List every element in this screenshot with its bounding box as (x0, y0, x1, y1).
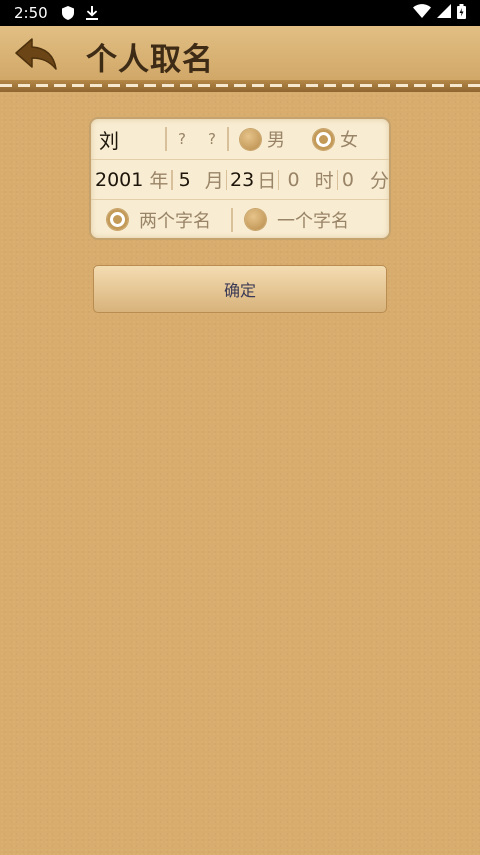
male-label: 男 (267, 130, 285, 151)
separator (225, 169, 228, 190)
separator (227, 127, 229, 151)
minute-unit: 分 (369, 170, 389, 192)
gender-male-option[interactable]: 男 (240, 126, 285, 152)
status-bar: 2:50 (0, 0, 480, 26)
month-unit: 月 (204, 170, 224, 192)
two-char-radio[interactable] (107, 209, 128, 230)
given-char-1-field[interactable]: ? (167, 130, 197, 148)
birth-date-row: 2001 年 5 月 23 日 0 时 0 分 (91, 159, 389, 199)
day-unit: 日 (257, 170, 277, 192)
gender-female-option[interactable]: 女 (313, 126, 358, 152)
naming-form: 刘 ? ? 男 女 2001 年 5 月 23 日 0 时 0 分 两个字名 一… (89, 117, 391, 240)
day-field[interactable]: 23 (230, 169, 254, 191)
male-radio[interactable] (240, 128, 261, 150)
separator (231, 207, 233, 232)
two-char-label: 两个字名 (139, 210, 211, 232)
battery-icon (457, 3, 466, 23)
name-gender-row: 刘 ? ? 男 女 (91, 119, 389, 159)
one-char-option[interactable]: 一个字名 (245, 207, 349, 233)
hour-unit: 时 (314, 170, 334, 192)
status-time: 2:50 (14, 4, 48, 22)
separator (336, 169, 338, 190)
one-char-label: 一个字名 (277, 210, 349, 232)
back-arrow-icon (14, 37, 58, 75)
month-field[interactable]: 5 (179, 169, 191, 191)
signal-icon (437, 4, 451, 22)
minute-field[interactable]: 0 (342, 169, 354, 191)
page-title: 个人取名 (86, 41, 214, 78)
year-unit: 年 (149, 170, 169, 192)
female-radio[interactable] (313, 128, 334, 150)
status-right (413, 3, 466, 23)
surname-field[interactable]: 刘 (91, 125, 165, 154)
confirm-button[interactable]: 确定 (93, 265, 387, 313)
two-char-option[interactable]: 两个字名 (107, 207, 211, 233)
given-char-2-field[interactable]: ? (197, 130, 227, 148)
year-field[interactable]: 2001 (95, 169, 143, 191)
shield-icon (61, 6, 74, 20)
title-bar: 个人取名 (0, 26, 480, 86)
one-char-radio[interactable] (245, 209, 266, 230)
hour-field[interactable]: 0 (287, 169, 299, 191)
header-stitch-divider (0, 80, 480, 92)
name-length-row: 两个字名 一个字名 (91, 199, 389, 239)
separator (171, 169, 173, 190)
wifi-icon (413, 4, 431, 22)
female-label: 女 (340, 130, 358, 151)
back-button[interactable] (8, 28, 64, 84)
download-icon (85, 6, 98, 20)
separator (278, 169, 280, 190)
